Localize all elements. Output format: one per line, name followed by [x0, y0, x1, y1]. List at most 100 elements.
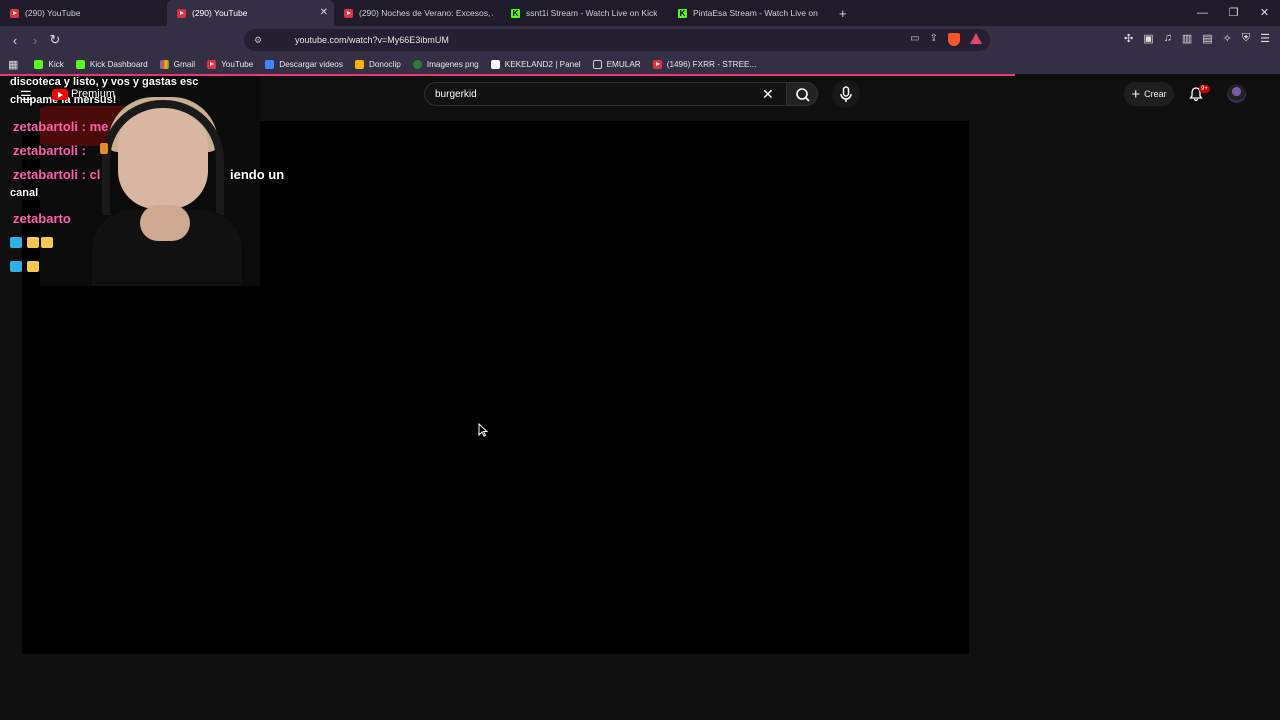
bookmark-gmail[interactable]: Gmail	[159, 59, 196, 69]
search-button[interactable]	[786, 82, 818, 106]
chat-message: canal	[10, 187, 39, 199]
plus-icon: +	[1131, 85, 1141, 103]
media-icon[interactable]: ♫	[1164, 32, 1172, 45]
emote-icon	[27, 237, 39, 248]
cast-icon[interactable]: ▭	[910, 33, 919, 46]
extensions-icon[interactable]: ✣	[1124, 32, 1133, 45]
window-controls: — ❐ ✕	[1187, 0, 1280, 26]
emote-icon	[41, 237, 53, 248]
kick-icon	[34, 59, 44, 69]
sidebar-icon[interactable]: ▥	[1182, 32, 1192, 45]
close-tab-icon[interactable]: ✕	[320, 7, 328, 18]
address-bar[interactable]: ⚙ youtube.com/watch?v=My66E3ibmUM ▭ ⇪	[244, 29, 990, 51]
mouse-cursor-icon	[478, 423, 488, 437]
create-button[interactable]: + Crear	[1124, 82, 1174, 106]
bookmark-label: Imagenes png	[426, 59, 479, 69]
clear-search-icon[interactable]: ✕	[762, 86, 774, 103]
hamburger-menu-icon[interactable]: ☰	[20, 88, 32, 104]
extensions-area: ✣ ▣ ♫ ▥ ▤ ✧ ⛨ ☰	[1124, 32, 1270, 45]
bookmark-imagenes-png[interactable]: Imagenes png	[412, 59, 479, 69]
emote-icon	[27, 261, 39, 272]
youtube-icon	[652, 59, 662, 69]
youtube-icon	[344, 8, 353, 18]
folder-icon	[592, 59, 602, 69]
tab-youtube-active[interactable]: (290) YouTube ✕	[167, 0, 334, 26]
tab-title: PintaEsa Stream - Watch Live on	[693, 8, 818, 18]
search-icon	[796, 88, 810, 102]
menu-icon[interactable]: ☰	[1260, 32, 1270, 45]
emote-icon	[10, 261, 22, 272]
bookmark-descargar-videos[interactable]: Descargar videos	[265, 59, 343, 69]
bookmark-label: Donoclip	[368, 59, 401, 69]
forward-icon[interactable]: ›	[25, 33, 45, 48]
bookmark-label: Descargar videos	[279, 59, 343, 69]
chat-username: zetabartoli :	[13, 143, 86, 158]
vpn-icon[interactable]: ⛨	[1242, 32, 1250, 45]
chat-overlay: discoteca y listo, y vos y gastas esc ch…	[0, 76, 300, 286]
search-input[interactable]: burgerkid ✕	[424, 82, 786, 106]
bookmark-label: YouTube	[221, 59, 254, 69]
chat-username: zetabartoli : cl	[13, 167, 101, 182]
close-window-icon[interactable]: ✕	[1249, 0, 1280, 26]
youtube-premium-label: Premium	[71, 88, 116, 100]
apps-grid-icon[interactable]: ▦	[8, 58, 18, 71]
youtube-icon	[10, 8, 19, 18]
bookmark-kick-dashboard[interactable]: Kick Dashboard	[75, 59, 148, 69]
new-tab-button[interactable]: +	[839, 6, 847, 21]
tab-title: ssnt1i Stream - Watch Live on Kick	[526, 8, 658, 18]
back-icon[interactable]: ‹	[5, 33, 25, 48]
chat-username: zetabarto	[13, 211, 71, 226]
bookmark-label: (1496) FXRR - STREE...	[666, 59, 757, 69]
bookmark-kekeland[interactable]: KEKELAND2 | Panel	[490, 59, 581, 69]
bookmark-donoclip[interactable]: Donoclip	[354, 59, 401, 69]
brave-rewards-icon[interactable]	[970, 33, 982, 44]
bookmark-label: Gmail	[173, 59, 196, 69]
emote-icon	[10, 237, 22, 248]
address-bar-actions: ▭ ⇪	[910, 33, 982, 46]
tab-youtube-1[interactable]: (290) YouTube	[0, 0, 167, 26]
gmail-icon	[159, 59, 169, 69]
wallet-icon[interactable]: ▣	[1143, 32, 1153, 45]
reload-icon[interactable]: ↻	[45, 32, 65, 48]
bookmark-folder-emular[interactable]: EMULAR	[592, 59, 641, 69]
tab-kick-1[interactable]: K ssnt1i Stream - Watch Live on Kick	[501, 0, 668, 26]
bookmark-fxrr[interactable]: (1496) FXRR - STREE...	[652, 59, 757, 69]
browser-toolbar: ‹ › ↻ ☐ ⚙ youtube.com/watch?v=My66E3ibmU…	[0, 26, 1280, 54]
tab-youtube-3[interactable]: (290) Noches de Verano: Excesos, Am	[334, 0, 501, 26]
site-info-icon[interactable]: ⚙	[254, 35, 264, 45]
emote-icon	[100, 143, 108, 154]
bookmark-label: Kick	[48, 59, 64, 69]
youtube-icon	[207, 59, 217, 69]
bookmark-label: EMULAR	[606, 59, 641, 69]
tab-kick-2[interactable]: K PintaEsa Stream - Watch Live on	[668, 0, 835, 26]
kick-icon: K	[511, 8, 520, 18]
chat-username: zetabartoli : me	[13, 119, 109, 134]
minimize-icon[interactable]: —	[1187, 0, 1218, 26]
kekeland-icon	[490, 59, 500, 69]
leo-ai-icon[interactable]: ✧	[1223, 32, 1232, 45]
share-icon[interactable]: ⇪	[930, 33, 938, 46]
brave-shield-icon[interactable]	[948, 33, 960, 46]
bookmark-youtube[interactable]: YouTube	[207, 59, 254, 69]
bookmarks-bar: ▦ Kick Kick Dashboard Gmail YouTube Desc…	[0, 54, 1280, 74]
youtube-icon	[177, 8, 186, 18]
restore-icon[interactable]: ❐	[1218, 0, 1249, 26]
tab-title: (290) Noches de Verano: Excesos, Am	[359, 8, 493, 18]
kick-icon	[75, 59, 85, 69]
bookmark-label: KEKELAND2 | Panel	[504, 59, 581, 69]
wallet2-icon[interactable]: ▤	[1202, 32, 1212, 45]
tab-strip: (290) YouTube (290) YouTube ✕ (290) Noch…	[0, 0, 1280, 26]
bookmark-label: Kick Dashboard	[89, 59, 148, 69]
chat-message: discoteca y listo, y vos y gastas esc	[10, 76, 199, 88]
globe-icon	[412, 59, 422, 69]
search-value: burgerkid	[435, 89, 477, 100]
notification-badge: 9+	[1199, 85, 1210, 93]
youtube-logo-icon[interactable]	[52, 89, 68, 100]
download-icon	[265, 59, 275, 69]
tab-title: (290) YouTube	[25, 8, 81, 18]
bookmark-kick[interactable]: Kick	[34, 59, 64, 69]
voice-search-button[interactable]	[832, 80, 860, 108]
account-avatar[interactable]	[1227, 84, 1246, 103]
donoclip-icon	[354, 59, 364, 69]
microphone-icon	[840, 86, 852, 102]
